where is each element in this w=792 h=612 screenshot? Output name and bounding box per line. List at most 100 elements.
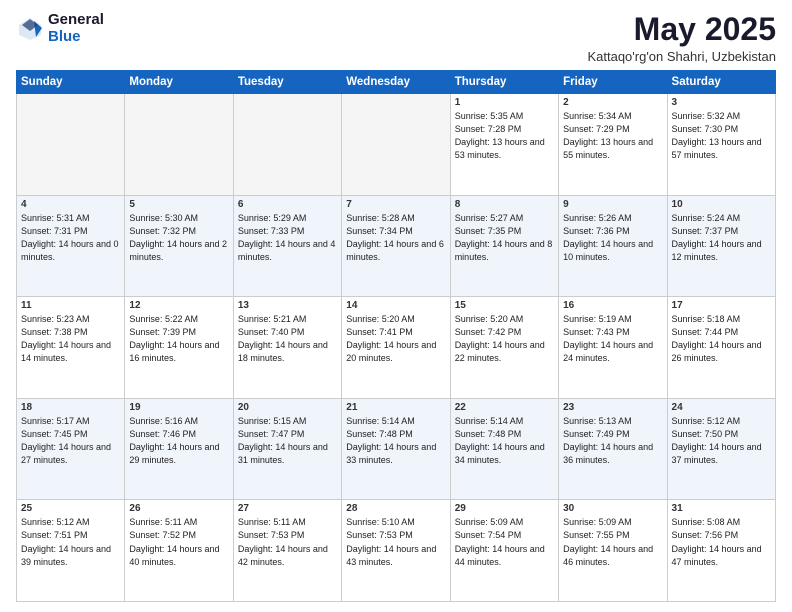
day-number: 25 (21, 503, 120, 514)
day-number: 3 (672, 97, 771, 108)
calendar-cell: 23 Sunrise: 5:13 AM Sunset: 7:49 PM Dayli… (559, 398, 667, 500)
day-header-saturday: Saturday (667, 71, 775, 94)
cell-info: Sunrise: 5:34 AM Sunset: 7:29 PM Dayligh… (563, 110, 662, 162)
month-title: May 2025 (587, 12, 776, 47)
cell-info: Sunrise: 5:35 AM Sunset: 7:28 PM Dayligh… (455, 110, 554, 162)
cell-info: Sunrise: 5:08 AM Sunset: 7:56 PM Dayligh… (672, 516, 771, 568)
cell-info: Sunrise: 5:09 AM Sunset: 7:55 PM Dayligh… (563, 516, 662, 568)
calendar-week-2: 4 Sunrise: 5:31 AM Sunset: 7:31 PM Daylig… (17, 195, 776, 297)
cell-info: Sunrise: 5:20 AM Sunset: 7:42 PM Dayligh… (455, 313, 554, 365)
calendar-table: SundayMondayTuesdayWednesdayThursdayFrid… (16, 70, 776, 602)
day-number: 31 (672, 503, 771, 514)
day-number: 5 (129, 199, 228, 210)
day-number: 26 (129, 503, 228, 514)
day-number: 27 (238, 503, 337, 514)
cell-info: Sunrise: 5:30 AM Sunset: 7:32 PM Dayligh… (129, 212, 228, 264)
day-number: 24 (672, 402, 771, 413)
cell-info: Sunrise: 5:13 AM Sunset: 7:49 PM Dayligh… (563, 415, 662, 467)
day-number: 28 (346, 503, 445, 514)
calendar-cell: 30Sunrise: 5:09 AM Sunset: 7:55 PM Dayli… (559, 500, 667, 602)
cell-info: Sunrise: 5:11 AM Sunset: 7:52 PM Dayligh… (129, 516, 228, 568)
cell-info: Sunrise: 5:31 AM Sunset: 7:31 PM Dayligh… (21, 212, 120, 264)
day-number: 23 (563, 402, 662, 413)
page: General Blue May 2025 Kattaqo'rg'on Shah… (0, 0, 792, 612)
calendar-header-row: SundayMondayTuesdayWednesdayThursdayFrid… (17, 71, 776, 94)
day-number: 14 (346, 300, 445, 311)
cell-info: Sunrise: 5:16 AM Sunset: 7:46 PM Dayligh… (129, 415, 228, 467)
day-number: 2 (563, 97, 662, 108)
cell-info: Sunrise: 5:26 AM Sunset: 7:36 PM Dayligh… (563, 212, 662, 264)
calendar-cell: 18Sunrise: 5:17 AM Sunset: 7:45 PM Dayli… (17, 398, 125, 500)
cell-info: Sunrise: 5:10 AM Sunset: 7:53 PM Dayligh… (346, 516, 445, 568)
cell-info: Sunrise: 5:17 AM Sunset: 7:45 PM Dayligh… (21, 415, 120, 467)
day-number: 22 (455, 402, 554, 413)
calendar-cell: 29 Sunrise: 5:09 AM Sunset: 7:54 PM Dayli… (450, 500, 558, 602)
cell-info: Sunrise: 5:11 AM Sunset: 7:53 PM Dayligh… (238, 516, 337, 568)
calendar-cell: 11 Sunrise: 5:23 AM Sunset: 7:38 PM Dayli… (17, 297, 125, 399)
calendar-cell (342, 94, 450, 196)
calendar-cell: 3 Sunrise: 5:32 AM Sunset: 7:30 PM Daylig… (667, 94, 775, 196)
calendar-cell: 12Sunrise: 5:22 AM Sunset: 7:39 PM Dayli… (125, 297, 233, 399)
day-number: 7 (346, 199, 445, 210)
day-number: 10 (672, 199, 771, 210)
day-header-wednesday: Wednesday (342, 71, 450, 94)
calendar-cell: 14Sunrise: 5:20 AM Sunset: 7:41 PM Dayli… (342, 297, 450, 399)
day-number: 9 (563, 199, 662, 210)
calendar-cell: 19 Sunrise: 5:16 AM Sunset: 7:46 PM Dayli… (125, 398, 233, 500)
header: General Blue May 2025 Kattaqo'rg'on Shah… (16, 12, 776, 64)
cell-info: Sunrise: 5:23 AM Sunset: 7:38 PM Dayligh… (21, 313, 120, 365)
calendar-cell: 21 Sunrise: 5:14 AM Sunset: 7:48 PM Dayli… (342, 398, 450, 500)
cell-info: Sunrise: 5:12 AM Sunset: 7:50 PM Dayligh… (672, 415, 771, 467)
calendar-cell: 16Sunrise: 5:19 AM Sunset: 7:43 PM Dayli… (559, 297, 667, 399)
cell-info: Sunrise: 5:15 AM Sunset: 7:47 PM Dayligh… (238, 415, 337, 467)
day-number: 15 (455, 300, 554, 311)
calendar-cell: 15 Sunrise: 5:20 AM Sunset: 7:42 PM Dayli… (450, 297, 558, 399)
day-number: 16 (563, 300, 662, 311)
day-number: 6 (238, 199, 337, 210)
cell-info: Sunrise: 5:09 AM Sunset: 7:54 PM Dayligh… (455, 516, 554, 568)
calendar-cell: 10 Sunrise: 5:24 AM Sunset: 7:37 PM Dayli… (667, 195, 775, 297)
logo-text: General Blue (48, 12, 104, 45)
calendar-week-1: 1 Sunrise: 5:35 AM Sunset: 7:28 PM Daylig… (17, 94, 776, 196)
day-header-friday: Friday (559, 71, 667, 94)
day-header-sunday: Sunday (17, 71, 125, 94)
calendar-cell (17, 94, 125, 196)
day-number: 8 (455, 199, 554, 210)
day-number: 4 (21, 199, 120, 210)
calendar-cell: 5 Sunrise: 5:30 AM Sunset: 7:32 PM Daylig… (125, 195, 233, 297)
day-number: 19 (129, 402, 228, 413)
calendar-week-4: 18Sunrise: 5:17 AM Sunset: 7:45 PM Dayli… (17, 398, 776, 500)
calendar-cell: 8 Sunrise: 5:27 AM Sunset: 7:35 PM Daylig… (450, 195, 558, 297)
cell-info: Sunrise: 5:22 AM Sunset: 7:39 PM Dayligh… (129, 313, 228, 365)
calendar-cell: 6 Sunrise: 5:29 AM Sunset: 7:33 PM Daylig… (233, 195, 341, 297)
calendar-cell: 26 Sunrise: 5:11 AM Sunset: 7:52 PM Dayli… (125, 500, 233, 602)
cell-info: Sunrise: 5:29 AM Sunset: 7:33 PM Dayligh… (238, 212, 337, 264)
cell-info: Sunrise: 5:14 AM Sunset: 7:48 PM Dayligh… (455, 415, 554, 467)
calendar-week-5: 25 Sunrise: 5:12 AM Sunset: 7:51 PM Dayli… (17, 500, 776, 602)
calendar-cell (125, 94, 233, 196)
day-number: 1 (455, 97, 554, 108)
calendar-cell: 27 Sunrise: 5:11 AM Sunset: 7:53 PM Dayli… (233, 500, 341, 602)
cell-info: Sunrise: 5:21 AM Sunset: 7:40 PM Dayligh… (238, 313, 337, 365)
day-number: 29 (455, 503, 554, 514)
logo-icon (16, 15, 44, 43)
day-number: 11 (21, 300, 120, 311)
cell-info: Sunrise: 5:12 AM Sunset: 7:51 PM Dayligh… (21, 516, 120, 568)
calendar-cell: 24 Sunrise: 5:12 AM Sunset: 7:50 PM Dayli… (667, 398, 775, 500)
cell-info: Sunrise: 5:24 AM Sunset: 7:37 PM Dayligh… (672, 212, 771, 264)
calendar-cell: 2 Sunrise: 5:34 AM Sunset: 7:29 PM Daylig… (559, 94, 667, 196)
calendar-cell: 13 Sunrise: 5:21 AM Sunset: 7:40 PM Dayli… (233, 297, 341, 399)
calendar-cell: 7Sunrise: 5:28 AM Sunset: 7:34 PM Daylig… (342, 195, 450, 297)
day-number: 21 (346, 402, 445, 413)
day-number: 13 (238, 300, 337, 311)
day-number: 17 (672, 300, 771, 311)
cell-info: Sunrise: 5:14 AM Sunset: 7:48 PM Dayligh… (346, 415, 445, 467)
calendar-cell: 22 Sunrise: 5:14 AM Sunset: 7:48 PM Dayli… (450, 398, 558, 500)
calendar-cell: 31 Sunrise: 5:08 AM Sunset: 7:56 PM Dayli… (667, 500, 775, 602)
day-header-monday: Monday (125, 71, 233, 94)
cell-info: Sunrise: 5:32 AM Sunset: 7:30 PM Dayligh… (672, 110, 771, 162)
title-block: May 2025 Kattaqo'rg'on Shahri, Uzbekista… (587, 12, 776, 64)
logo-blue: Blue (48, 29, 104, 46)
cell-info: Sunrise: 5:27 AM Sunset: 7:35 PM Dayligh… (455, 212, 554, 264)
calendar-cell: 9 Sunrise: 5:26 AM Sunset: 7:36 PM Daylig… (559, 195, 667, 297)
